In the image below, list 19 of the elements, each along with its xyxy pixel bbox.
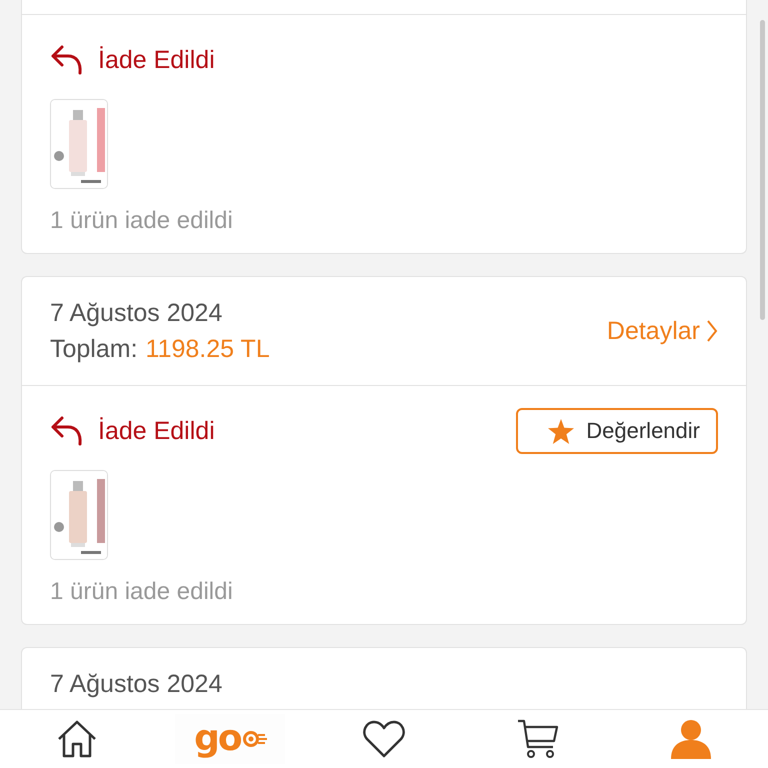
order-date: 7 Ağustos 2024 [50, 298, 224, 329]
cart-icon [516, 719, 559, 759]
rate-button[interactable]: Değerlendir [516, 408, 718, 454]
star-icon [548, 418, 574, 444]
total-amount: 1198.25 TL [146, 334, 270, 365]
chevron-right-icon [706, 319, 718, 343]
reply-arrow-icon [50, 44, 84, 76]
returned-count-text: 1 ürün iade edildi [50, 207, 234, 235]
heart-icon [362, 720, 405, 758]
reply-arrow-icon [50, 415, 84, 447]
order-date: 7 Ağustos 2024 [50, 669, 222, 700]
status-label: İade Edildi [98, 416, 215, 446]
speed-circle-icon [242, 730, 267, 748]
total-label: Toplam: [50, 334, 138, 365]
person-icon [670, 719, 712, 759]
home-icon [56, 720, 97, 758]
details-link[interactable]: Detaylar [606, 316, 718, 346]
returned-count-text: 1 ürün iade edildi [50, 578, 234, 606]
status-label: İade Edildi [98, 46, 215, 74]
